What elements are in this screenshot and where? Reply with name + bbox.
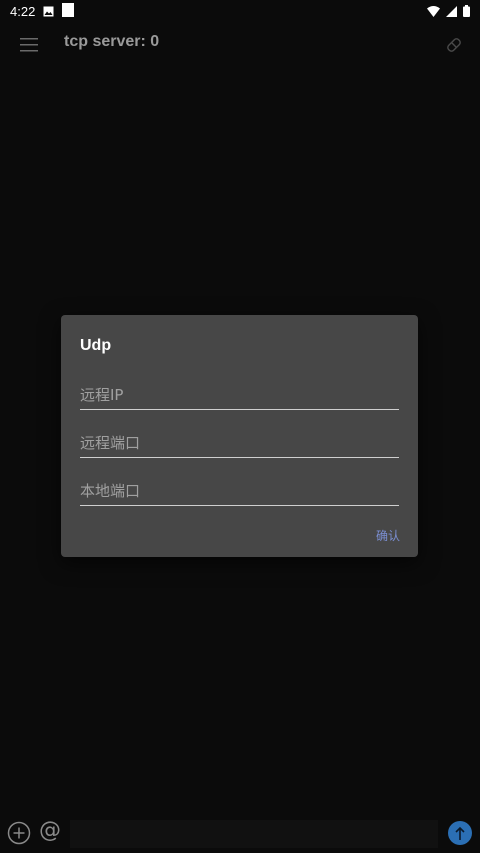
send-icon[interactable] bbox=[448, 821, 472, 845]
remote-ip-field[interactable] bbox=[80, 380, 399, 410]
plus-circle-icon[interactable] bbox=[7, 821, 31, 845]
remote-port-field[interactable] bbox=[80, 428, 399, 458]
status-left: 4:22 bbox=[10, 2, 75, 21]
image-icon bbox=[43, 2, 54, 21]
udp-dialog: Udp 确认 bbox=[61, 315, 418, 557]
message-input[interactable] bbox=[70, 820, 438, 848]
status-bar: 4:22 bbox=[0, 0, 480, 22]
square-notification-icon bbox=[62, 2, 75, 21]
battery-icon bbox=[463, 2, 470, 21]
menu-icon[interactable] bbox=[18, 35, 40, 55]
app-title: tcp server: 0 bbox=[64, 33, 160, 50]
wifi-icon bbox=[427, 2, 440, 21]
signal-icon bbox=[446, 2, 457, 21]
mention-button[interactable]: @ bbox=[39, 818, 61, 843]
status-time: 4:22 bbox=[10, 3, 36, 19]
dialog-title: Udp bbox=[80, 337, 112, 354]
app-bar: tcp server: 0 bbox=[0, 22, 480, 68]
local-port-field[interactable] bbox=[80, 476, 399, 506]
eraser-icon[interactable] bbox=[444, 35, 464, 55]
bottom-bar: @ bbox=[0, 815, 480, 853]
screen: 4:22 tcp server: 0 Udp 远程IP 远程端口 本地端口 确认… bbox=[0, 0, 480, 853]
confirm-button[interactable]: 确认 bbox=[376, 527, 400, 544]
status-right bbox=[427, 2, 470, 21]
